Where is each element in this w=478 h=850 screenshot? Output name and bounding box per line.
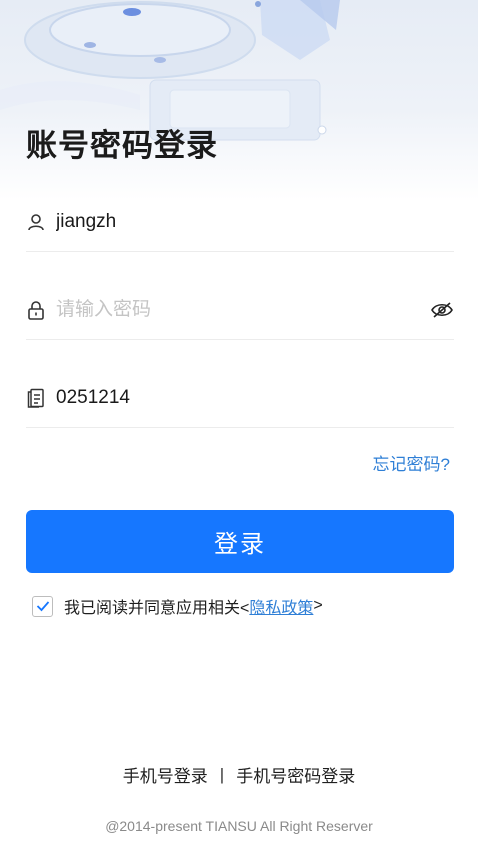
agreement-text: 我已阅读并同意应用相关< bbox=[64, 600, 250, 617]
phone-password-login-link[interactable]: 手机号密码登录 bbox=[236, 762, 355, 787]
agreement-suffix: > bbox=[313, 597, 323, 614]
forgot-password-link[interactable]: 忘记密码? bbox=[373, 450, 450, 475]
privacy-policy-link[interactable]: 隐私政策 bbox=[249, 594, 313, 618]
decorative-graphic bbox=[0, 0, 340, 141]
check-icon bbox=[36, 601, 49, 612]
password-input[interactable] bbox=[56, 289, 430, 330]
tenant-code-input[interactable] bbox=[56, 377, 454, 418]
document-icon bbox=[26, 388, 46, 408]
password-field-row bbox=[26, 280, 454, 340]
agreement-row: 我已阅读并同意应用相关< 隐私政策 > bbox=[32, 594, 323, 618]
lock-icon bbox=[26, 300, 46, 320]
alternate-login-links: 手机号登录 | 手机号密码登录 bbox=[0, 762, 478, 787]
tenant-code-field-row bbox=[26, 368, 454, 428]
agreement-checkbox[interactable] bbox=[32, 595, 53, 617]
header-illustration bbox=[0, 0, 478, 200]
username-field-row bbox=[26, 192, 454, 252]
phone-login-link[interactable]: 手机号登录 bbox=[123, 762, 208, 787]
eye-off-icon[interactable] bbox=[430, 298, 454, 322]
link-separator: | bbox=[219, 764, 225, 784]
page-title: 账号密码登录 bbox=[26, 128, 218, 163]
username-input[interactable] bbox=[56, 201, 454, 242]
copyright-text: @2014-present TIANSU All Right Reserver bbox=[105, 818, 373, 834]
login-button[interactable]: 登录 bbox=[26, 510, 454, 573]
user-icon bbox=[26, 212, 46, 232]
